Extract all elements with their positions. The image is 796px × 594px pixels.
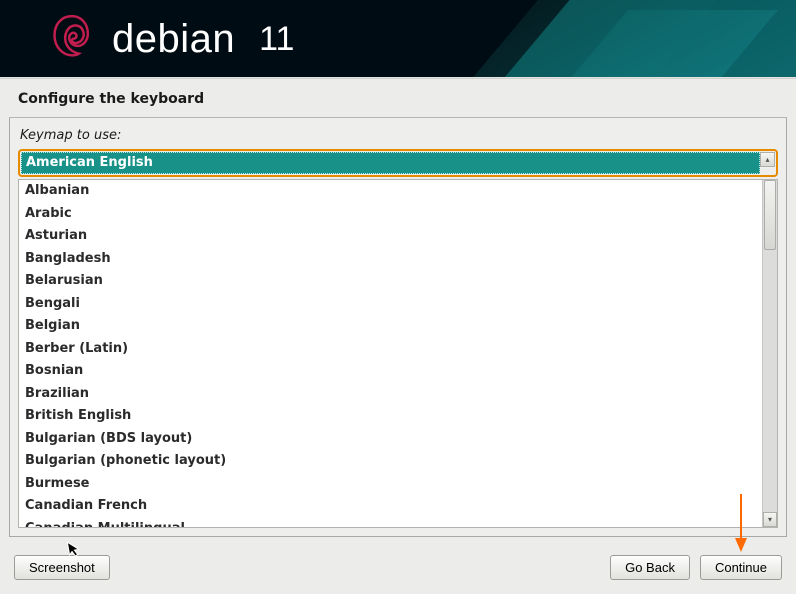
brand-logo: debian 11 <box>50 12 294 66</box>
list-item[interactable]: British English <box>19 405 762 428</box>
keymap-listbox[interactable]: AlbanianArabicAsturianBangladeshBelarusi… <box>18 179 778 528</box>
list-item[interactable]: Brazilian <box>19 383 762 406</box>
go-back-button[interactable]: Go Back <box>610 555 690 580</box>
list-item[interactable]: Albanian <box>19 180 762 203</box>
screenshot-button[interactable]: Screenshot <box>14 555 110 580</box>
page-title: Configure the keyboard <box>0 79 796 117</box>
prompt-label: Keymap to use: <box>18 128 778 149</box>
list-item[interactable]: American English <box>21 152 760 174</box>
list-item[interactable]: Bosnian <box>19 360 762 383</box>
brand-name: debian <box>112 17 235 62</box>
brand-version: 11 <box>259 20 294 59</box>
selection-highlight: American English ▴ <box>18 149 778 177</box>
list-item[interactable]: Berber (Latin) <box>19 338 762 361</box>
list-item[interactable]: Asturian <box>19 225 762 248</box>
list-item[interactable]: Belgian <box>19 315 762 338</box>
list-item[interactable]: Bulgarian (BDS layout) <box>19 428 762 451</box>
scroll-up-button[interactable]: ▴ <box>760 152 775 167</box>
continue-button[interactable]: Continue <box>700 555 782 580</box>
footer-bar: Screenshot Go Back Continue <box>0 555 796 580</box>
debian-swirl-icon <box>50 12 94 66</box>
list-item[interactable]: Belarusian <box>19 270 762 293</box>
list-item[interactable]: Arabic <box>19 203 762 226</box>
vertical-scrollbar[interactable]: ▾ <box>762 180 777 527</box>
main-panel: Keymap to use: American English ▴ Albani… <box>9 117 787 537</box>
scroll-down-button[interactable]: ▾ <box>763 512 777 527</box>
list-item[interactable]: Bulgarian (phonetic layout) <box>19 450 762 473</box>
list-item[interactable]: Canadian Multilingual <box>19 518 762 528</box>
scroll-track[interactable] <box>763 180 777 512</box>
list-item[interactable]: Burmese <box>19 473 762 496</box>
list-item[interactable]: Bengali <box>19 293 762 316</box>
scroll-thumb[interactable] <box>764 180 776 250</box>
list-item[interactable]: Bangladesh <box>19 248 762 271</box>
list-item[interactable]: Canadian French <box>19 495 762 518</box>
header-banner: debian 11 <box>0 0 796 77</box>
